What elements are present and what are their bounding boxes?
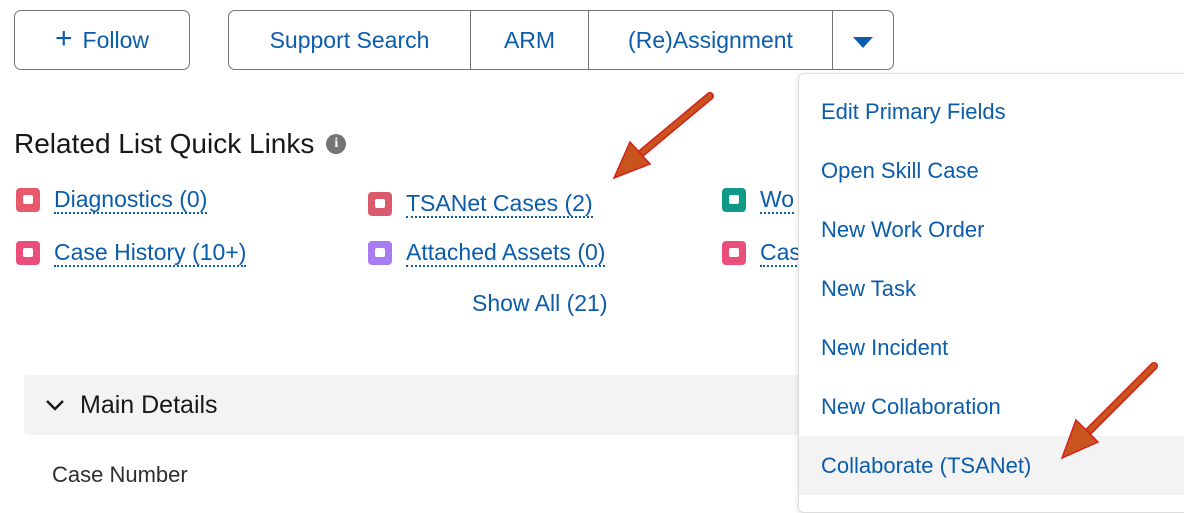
follow-label: Follow — [82, 26, 149, 53]
info-icon[interactable]: i — [326, 134, 347, 154]
quick-link-label[interactable]: Wo — [760, 186, 795, 215]
menu-item-new-work-order[interactable]: New Work Order — [799, 200, 1184, 259]
case-number-label: Case Number — [52, 462, 188, 487]
diagnostics-icon — [16, 188, 40, 213]
reassignment-button[interactable]: (Re)Assignment — [589, 11, 833, 69]
quick-link-diagnostics[interactable]: Diagnostics (0) — [16, 186, 208, 215]
quick-link-case-history[interactable]: Case History (10+) — [16, 239, 247, 268]
annotation-arrow-icon — [1060, 362, 1158, 460]
more-actions-button[interactable] — [833, 11, 893, 69]
menu-item-open-skill-case[interactable]: Open Skill Case — [799, 141, 1184, 200]
cases-icon — [722, 241, 746, 266]
quick-link-label[interactable]: Diagnostics (0) — [54, 186, 208, 215]
work-orders-icon — [722, 188, 746, 213]
quick-link-work-orders[interactable]: Wo — [722, 186, 795, 215]
quick-link-cases[interactable]: Cas — [722, 239, 801, 268]
main-details-section-header[interactable]: Main Details — [24, 375, 824, 435]
quick-links-heading: Related List Quick Links — [14, 128, 315, 159]
chevron-down-icon — [44, 394, 66, 416]
annotation-arrow-icon — [612, 92, 714, 180]
quick-link-label[interactable]: Case History (10+) — [54, 239, 247, 268]
main-details-label: Main Details — [80, 390, 218, 419]
follow-button[interactable]: + Follow — [14, 10, 190, 70]
attached-assets-icon — [368, 241, 392, 266]
caret-down-icon — [853, 36, 873, 48]
tsanet-cases-icon — [368, 192, 392, 217]
quick-link-label[interactable]: Attached Assets (0) — [406, 239, 606, 268]
menu-item-edit-primary-fields[interactable]: Edit Primary Fields — [799, 82, 1184, 141]
show-all-link[interactable]: Show All (21) — [472, 290, 608, 317]
action-button-group: Support Search ARM (Re)Assignment — [228, 10, 894, 70]
quick-links-title: Related List Quick Links i — [14, 128, 347, 160]
quick-link-label[interactable]: TSANet Cases (2) — [406, 190, 593, 219]
arm-button[interactable]: ARM — [471, 11, 589, 69]
quick-link-label[interactable]: Cas — [760, 239, 801, 268]
menu-item-new-task[interactable]: New Task — [799, 259, 1184, 318]
quick-link-attached-assets[interactable]: Attached Assets (0) — [368, 239, 606, 268]
support-search-button[interactable]: Support Search — [229, 11, 471, 69]
plus-icon: + — [55, 21, 73, 55]
case-history-icon — [16, 241, 40, 266]
quick-link-tsanet-cases[interactable]: TSANet Cases (2) — [368, 190, 593, 219]
